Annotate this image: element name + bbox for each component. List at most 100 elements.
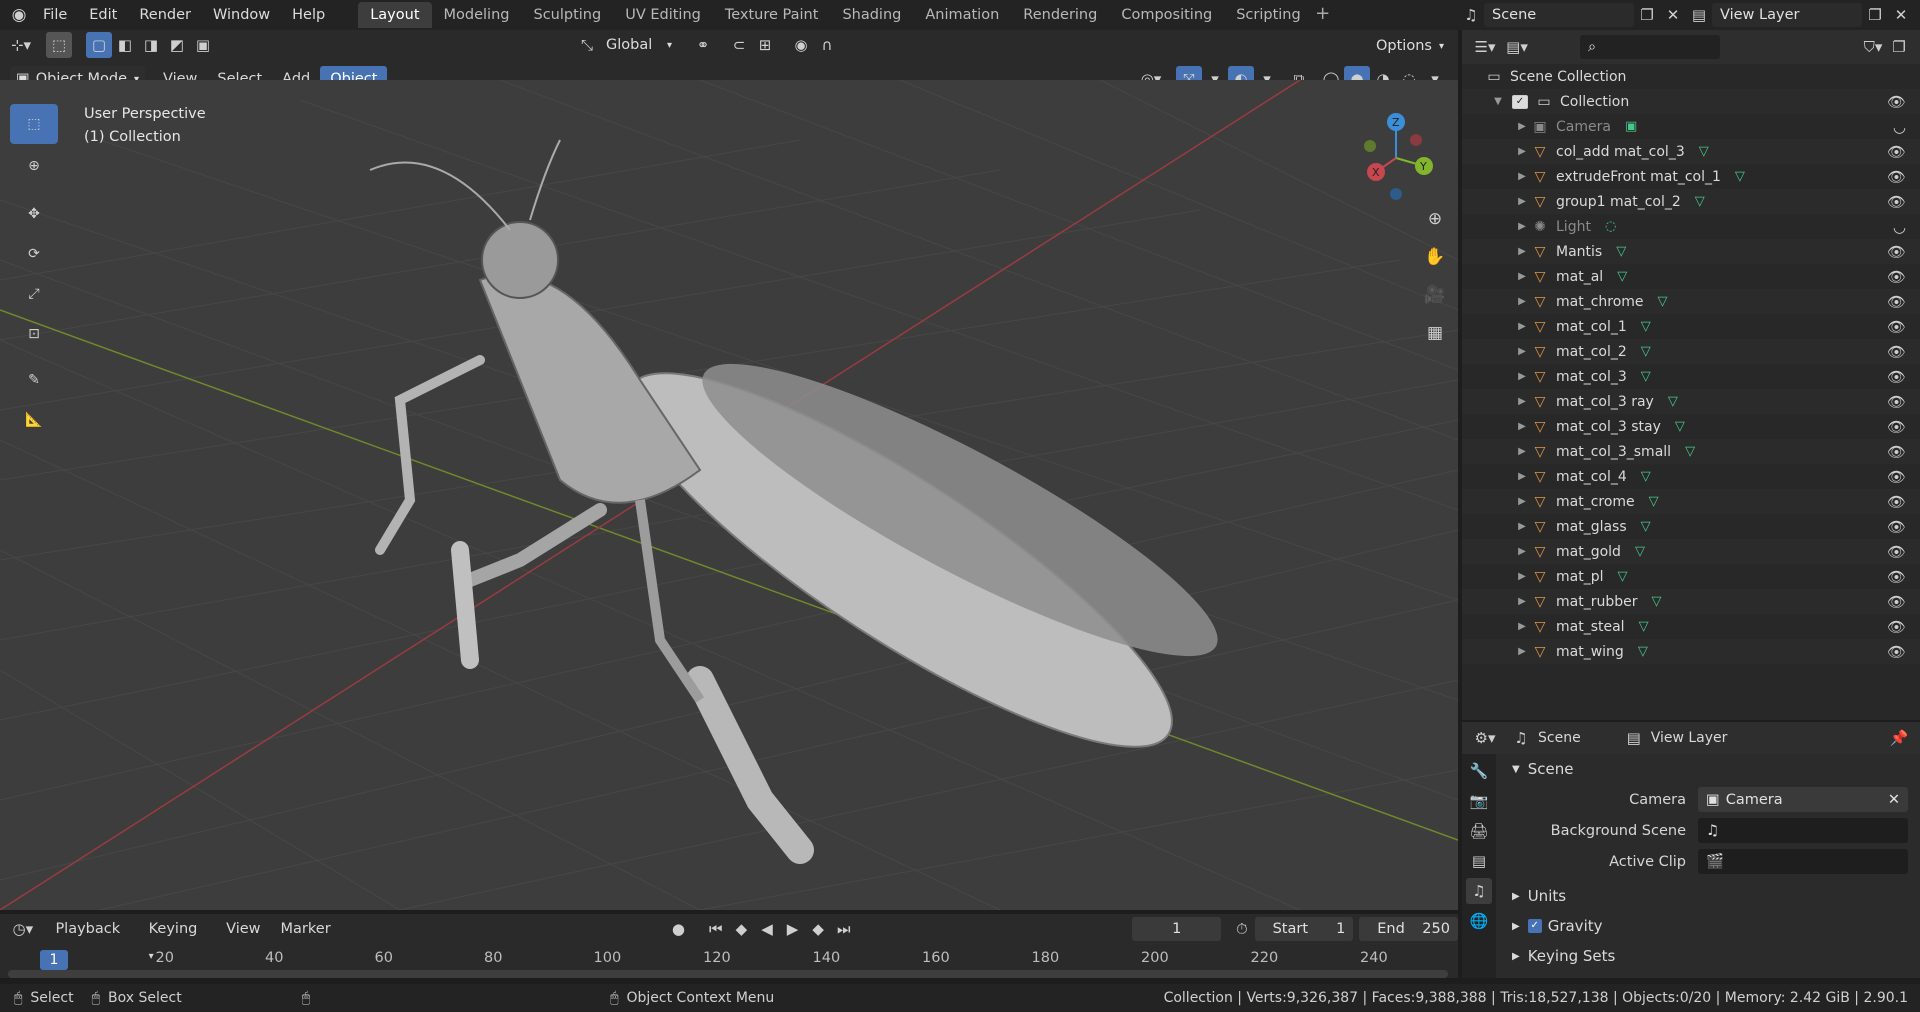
gravity-section-header[interactable]: ▶ ✓ Gravity [1498,911,1920,941]
mesh-data-icon[interactable]: ▽ [1616,244,1626,259]
mesh-data-icon[interactable]: ▽ [1675,419,1685,434]
eye-icon[interactable]: 👁 [1887,293,1906,311]
outliner-item[interactable]: ▶ ▽ mat_col_3 ▽ 👁 [1462,364,1920,389]
ortho-toggle-icon[interactable]: ▦ [1418,316,1452,350]
tab-rendering[interactable]: Rendering [1011,2,1109,28]
outliner-item[interactable]: ▶ ▣ Camera ▣ ◡ [1462,114,1920,139]
annotate-tool[interactable]: ✎ [10,360,58,400]
expand-arrow-icon[interactable]: ▶ [1514,471,1530,482]
expand-arrow-icon[interactable]: ▶ [1514,571,1530,582]
outliner-item[interactable]: ▶ ▽ mat_col_2 ▽ 👁 [1462,339,1920,364]
mesh-data-icon[interactable]: ▽ [1639,619,1649,634]
expand-arrow-icon[interactable]: ▶ [1514,546,1530,557]
eye-icon[interactable]: 👁 [1887,568,1906,586]
eye-icon[interactable]: 👁 [1887,368,1906,386]
options-dropdown[interactable]: Options ▾ [1370,33,1450,59]
menu-render[interactable]: Render [128,0,202,30]
expand-arrow-icon[interactable]: ▶ [1514,196,1530,207]
expand-arrow-icon[interactable]: ▶ [1514,246,1530,257]
timeline-scrollbar[interactable] [8,970,1448,978]
expand-arrow-icon[interactable]: ▶ [1514,221,1530,232]
cursor-tool[interactable]: ⊕ [10,146,58,186]
blender-logo-icon[interactable]: ◉ [6,2,32,28]
outliner-item[interactable]: ▶ ▽ mat_wing ▽ 👁 [1462,639,1920,664]
falloff-icon[interactable]: ∩ [814,32,840,58]
outliner-collection[interactable]: ▼ ✓ ▭ Collection 👁 [1462,89,1920,114]
tab-sculpting[interactable]: Sculpting [521,2,613,28]
expand-arrow-icon[interactable]: ▶ [1514,296,1530,307]
filter-icon[interactable]: ⛉▾ [1860,34,1886,60]
mesh-data-icon[interactable]: ▽ [1617,569,1627,584]
eye-icon[interactable]: 👁 [1887,318,1906,336]
mesh-data-icon[interactable]: ▽ [1651,594,1661,609]
expand-arrow-icon[interactable]: ▶ [1514,446,1530,457]
tab-layout[interactable]: Layout [358,2,432,28]
expand-arrow-icon[interactable]: ▶ [1514,596,1530,607]
add-workspace-icon[interactable]: + [1313,5,1333,25]
outliner-item[interactable]: ▶ ▽ extrudeFront mat_col_1 ▽ 👁 [1462,164,1920,189]
mesh-data-icon[interactable]: ▽ [1649,494,1659,509]
select-tool-icon[interactable]: ⬚ [46,32,72,58]
outliner-item[interactable]: ▶ ▽ mat_steal ▽ 👁 [1462,614,1920,639]
mesh-data-icon[interactable]: ▽ [1617,269,1627,284]
eye-icon[interactable]: 👁 [1887,243,1906,261]
tab-compositing[interactable]: Compositing [1109,2,1224,28]
scene-icon[interactable]: ♫ [1458,2,1484,28]
expand-arrow-icon[interactable]: ▶ [1514,496,1530,507]
collection-checkbox[interactable]: ✓ [1512,94,1528,109]
eye-icon[interactable]: 👁 [1887,168,1906,186]
eye-icon[interactable]: 👁 [1887,643,1906,661]
light-data-icon[interactable]: ◌ [1605,219,1616,234]
new-view-layer-icon[interactable]: ❐ [1862,2,1888,28]
eye-icon[interactable]: 👁 [1887,543,1906,561]
mesh-data-icon[interactable]: ▽ [1668,394,1678,409]
outliner-item[interactable]: ▶ ▽ mat_pl ▽ 👁 [1462,564,1920,589]
playhead[interactable]: 1 [40,950,68,970]
snap-icon[interactable]: ⊂ [726,32,752,58]
eye-icon[interactable]: 👁 [1887,343,1906,361]
3d-viewport[interactable]: User Perspective (1) Collection ⬚ ⊕ ✥ ⟳ … [0,80,1458,910]
world-tab-icon[interactable]: 🌐 [1466,908,1492,934]
mesh-data-icon[interactable]: ▽ [1638,644,1648,659]
expand-arrow-icon[interactable]: ▶ [1514,521,1530,532]
units-section-header[interactable]: ▶ Units [1498,881,1920,911]
tab-shading[interactable]: Shading [830,2,913,28]
outliner-item[interactable]: ▶ ▽ mat_gold ▽ 👁 [1462,539,1920,564]
eye-icon[interactable]: 👁 [1887,193,1906,211]
keying-sets-section-header[interactable]: ▶ Keying Sets [1498,941,1920,971]
expand-arrow-icon[interactable]: ▶ [1514,421,1530,432]
outliner-item[interactable]: ▶ ▽ mat_col_3 stay ▽ 👁 [1462,414,1920,439]
tab-modeling[interactable]: Modeling [432,2,522,28]
menu-file[interactable]: File [32,0,78,30]
eye-icon[interactable]: 👁 [1887,93,1906,111]
camera-view-icon[interactable]: 🎥 [1418,278,1452,312]
eye-icon[interactable]: 👁 [1887,468,1906,486]
transform-orientation-dropdown[interactable]: Global ▾ [600,32,678,58]
view-layer-props-icon[interactable]: ▤ [1466,848,1492,874]
outliner-item[interactable]: ▶ ▽ mat_col_3_small ▽ 👁 [1462,439,1920,464]
display-mode-icon[interactable]: ▤▾ [1504,34,1530,60]
expand-arrow-icon[interactable]: ▶ [1514,146,1530,157]
pan-hand-icon[interactable]: ✋ [1418,240,1452,274]
mesh-data-icon[interactable]: ▽ [1641,319,1651,334]
eye-icon[interactable]: 👁 [1887,593,1906,611]
outliner-item[interactable]: ▶ ▽ mat_rubber ▽ 👁 [1462,589,1920,614]
navigation-gizmo[interactable]: Z Y X [1354,110,1444,200]
view-layer-breadcrumb[interactable]: View Layer [1651,730,1728,746]
mesh-data-icon[interactable]: ▽ [1641,469,1651,484]
outliner-item[interactable]: ▶ ▽ Mantis ▽ 👁 [1462,239,1920,264]
tab-animation[interactable]: Animation [913,2,1011,28]
mesh-data-icon[interactable]: ▽ [1635,544,1645,559]
select-invert-icon[interactable]: ◩ [164,32,190,58]
outliner-item[interactable]: ▶ ✺ Light ◌ ◡ [1462,214,1920,239]
menu-help[interactable]: Help [281,0,336,30]
gravity-checkbox[interactable]: ✓ [1527,919,1542,933]
timeline-ruler[interactable]: 20 40 60 80 100 120 140 160 180 200 220 240 [0,914,1458,978]
select-subtract-icon[interactable]: ◨ [138,32,164,58]
snap-target-icon[interactable]: ⊞ [752,32,778,58]
eye-icon[interactable]: 👁 [1887,443,1906,461]
expand-arrow-icon[interactable]: ▶ [1514,121,1530,132]
delete-scene-icon[interactable]: ✕ [1660,2,1686,28]
scene-breadcrumb[interactable]: Scene [1538,730,1581,746]
eye-icon[interactable]: 👁 [1887,493,1906,511]
